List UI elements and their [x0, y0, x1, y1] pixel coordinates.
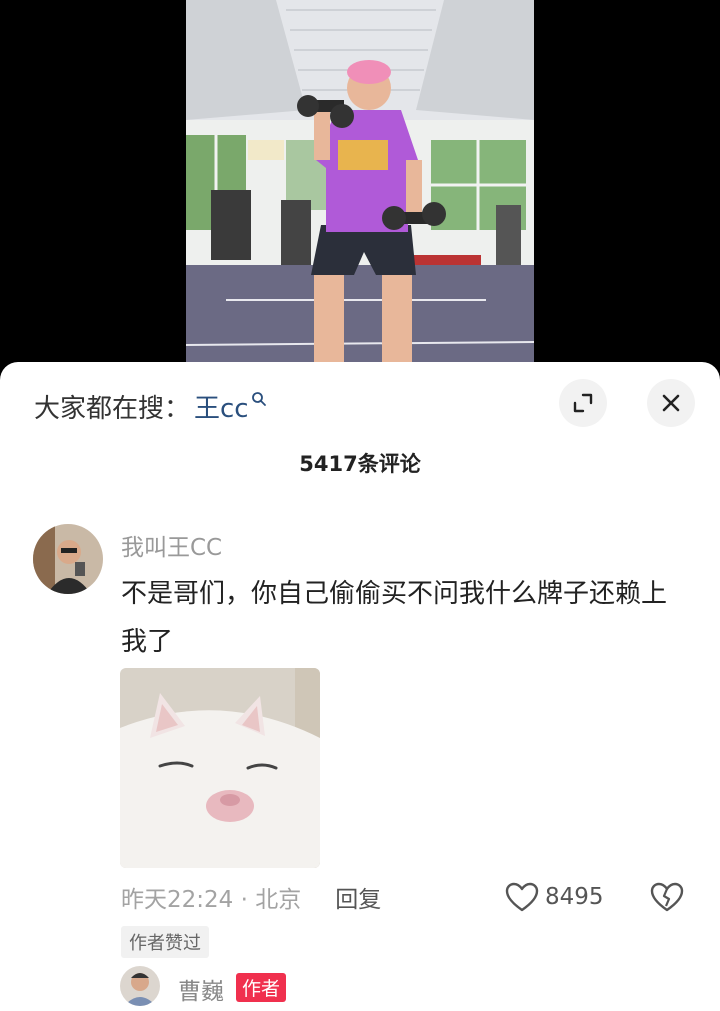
author-liked-badge: 作者赞过 [121, 926, 209, 958]
dislike-button[interactable] [650, 880, 684, 914]
search-suggestion[interactable]: 大家都在搜： 王cc [34, 386, 267, 426]
gym-scene-image [186, 0, 534, 362]
search-icon [251, 392, 266, 406]
like-count: 8495 [545, 884, 604, 910]
reply-button[interactable]: 回复 [335, 880, 381, 914]
author-tag: 作者 [236, 973, 287, 1002]
comments-sheet: 大家都在搜： 王cc 5417条评论 我叫王CC 不是哥们，你自己偷偷买不问我什… [0, 362, 720, 1011]
cat-sticker-image [120, 668, 320, 868]
avatar[interactable] [33, 524, 103, 594]
reply-avatar-image [120, 966, 160, 1006]
expand-button[interactable] [559, 379, 607, 427]
comment-count: 5417条评论 [299, 452, 421, 476]
search-prefix: 大家都在搜： [34, 393, 191, 424]
comment-meta: 昨天22:24 · 北京 回复 [121, 880, 381, 914]
video-frame[interactable] [186, 0, 534, 362]
search-keyword[interactable]: 王cc [194, 388, 249, 425]
close-icon [662, 394, 680, 412]
comment-username[interactable]: 我叫王CC [121, 528, 222, 562]
avatar-image [33, 524, 103, 594]
comment-time-location: 昨天22:24 · 北京 [121, 887, 302, 913]
close-button[interactable] [647, 379, 695, 427]
comment-sticker[interactable] [120, 668, 320, 868]
comment-text: 不是哥们，你自己偷偷买不问我什么牌子还赖上我了 [121, 579, 668, 657]
like-button[interactable]: 8495 [505, 878, 604, 916]
reply-username[interactable]: 曹巍 [178, 972, 224, 1006]
heart-icon [505, 882, 539, 912]
video-player[interactable] [0, 0, 720, 380]
broken-heart-icon [650, 882, 684, 912]
expand-icon [573, 393, 593, 413]
reply-avatar[interactable] [120, 966, 160, 1006]
